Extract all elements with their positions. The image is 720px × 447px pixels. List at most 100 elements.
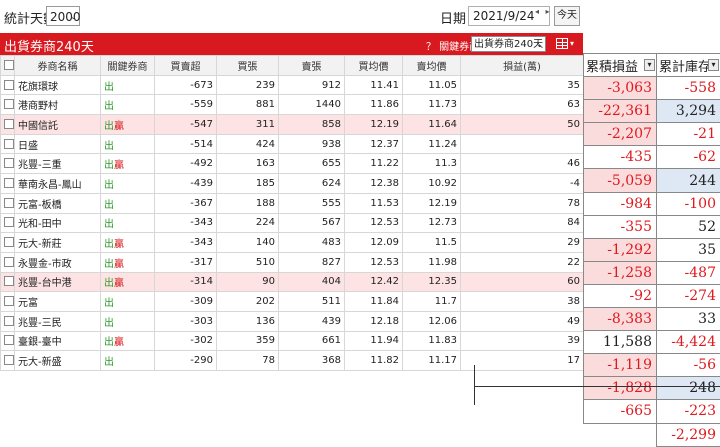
row-checkbox-cell[interactable] xyxy=(1,174,15,194)
table-row[interactable]: 臺銀-臺中出贏-30235966111.9411.8339 xyxy=(1,331,584,351)
cumulative-inventory: -274 xyxy=(657,284,720,307)
sell-avg-price: 10.92 xyxy=(403,174,461,194)
table-row[interactable]: 元富-板橋出-36718855511.5312.1978 xyxy=(1,193,584,213)
summary-col-header[interactable]: 累積損益▾ xyxy=(584,54,657,77)
table-row[interactable]: 華南永昌-鳳山出-43918562412.3810.92-4 xyxy=(1,174,584,194)
profit-loss xyxy=(461,134,584,154)
chevron-down-icon[interactable]: ▾ xyxy=(570,39,574,48)
table-row[interactable]: 光和-田中出-34322456712.5312.7384 xyxy=(1,213,584,233)
filter-dropdown-icon[interactable]: ▾ xyxy=(644,59,655,71)
col-header[interactable]: 損益(萬) xyxy=(461,56,584,76)
today-button[interactable]: 今天 xyxy=(554,6,580,26)
row-checkbox[interactable] xyxy=(4,335,14,345)
row-checkbox-cell[interactable] xyxy=(1,233,15,253)
col-header[interactable]: 券商名稱 xyxy=(15,56,101,76)
sell-avg-price: 11.98 xyxy=(403,252,461,272)
table-row[interactable]: 永豐金-市政出贏-31751082712.5311.9822 xyxy=(1,252,584,272)
row-checkbox-cell[interactable] xyxy=(1,75,15,95)
cumulative-pl: -1,292 xyxy=(584,238,657,261)
row-checkbox[interactable] xyxy=(4,158,14,168)
summary-row: -3,063-558 xyxy=(584,77,720,100)
sell-avg-price: 11.24 xyxy=(403,134,461,154)
row-checkbox[interactable] xyxy=(4,355,14,365)
row-checkbox[interactable] xyxy=(4,276,14,286)
key-broker-tags: 出贏 xyxy=(101,233,155,253)
cumulative-pl: -665 xyxy=(584,400,657,423)
key-broker-tags: 出贏 xyxy=(101,115,155,135)
row-checkbox-cell[interactable] xyxy=(1,292,15,312)
row-checkbox[interactable] xyxy=(4,139,14,149)
table-row[interactable]: 日盛出-51442493812.3711.24 xyxy=(1,134,584,154)
sell-volume: 858 xyxy=(279,115,345,135)
cumulative-inventory: 248 xyxy=(657,377,720,400)
tag-out: 出 xyxy=(104,101,114,112)
row-checkbox[interactable] xyxy=(4,257,14,267)
col-header[interactable]: 買張 xyxy=(217,56,279,76)
cumulative-inventory: 35 xyxy=(657,238,720,261)
row-checkbox[interactable] xyxy=(4,198,14,208)
title-bar: 出貨券商240天 ？ 關鍵券商: 出貨券商240天 ⌄ ▾ xyxy=(0,33,583,55)
table-row[interactable]: 花旗環球出-67323991211.4111.0535 xyxy=(1,75,584,95)
row-checkbox-cell[interactable] xyxy=(1,331,15,351)
row-checkbox[interactable] xyxy=(4,217,14,227)
filter-dropdown-icon[interactable]: ▾ xyxy=(708,59,719,71)
col-header[interactable]: 買賣超 xyxy=(155,56,217,76)
select-all-checkbox[interactable] xyxy=(1,56,15,76)
sell-avg-price: 11.05 xyxy=(403,75,461,95)
days-select[interactable]: 2000 ⌄ xyxy=(46,6,80,26)
buy-avg-price: 12.18 xyxy=(345,311,403,331)
sell-volume: 624 xyxy=(279,174,345,194)
net-volume: -290 xyxy=(155,351,217,371)
profit-loss: 39 xyxy=(461,331,584,351)
col-header[interactable]: 賣均價 xyxy=(403,56,461,76)
table-row[interactable]: 元大-新盛出-2907836811.8211.1717 xyxy=(1,351,584,371)
buy-volume: 881 xyxy=(217,95,279,115)
table-row[interactable]: 兆豐-三民出-30313643912.1812.0649 xyxy=(1,311,584,331)
net-volume: -514 xyxy=(155,134,217,154)
table-row[interactable]: 港商野村出-559881144011.8611.7363 xyxy=(1,95,584,115)
buy-volume: 163 xyxy=(217,154,279,174)
row-checkbox-cell[interactable] xyxy=(1,311,15,331)
net-volume: -309 xyxy=(155,292,217,312)
row-checkbox[interactable] xyxy=(4,296,14,306)
table-row[interactable]: 兆豐-三重出贏-49216365511.2211.346 xyxy=(1,154,584,174)
row-checkbox-cell[interactable] xyxy=(1,134,15,154)
summary-total-row: -2,299 xyxy=(584,423,720,446)
table-row[interactable]: 兆豐-台中港出贏-3149040412.4212.3560 xyxy=(1,272,584,292)
cumulative-pl: -435 xyxy=(584,146,657,169)
row-checkbox-cell[interactable] xyxy=(1,272,15,292)
buy-avg-price: 11.53 xyxy=(345,193,403,213)
sell-avg-price: 12.19 xyxy=(403,193,461,213)
row-checkbox-cell[interactable] xyxy=(1,115,15,135)
row-checkbox-cell[interactable] xyxy=(1,252,15,272)
summary-row: -35552 xyxy=(584,215,720,238)
filter-select[interactable]: 出貨券商240天 ⌄ xyxy=(471,36,546,52)
summary-col-header[interactable]: 累計庫存▾ xyxy=(657,54,720,77)
col-header[interactable]: 買均價 xyxy=(345,56,403,76)
net-volume: -302 xyxy=(155,331,217,351)
cumulative-inventory: 3,294 xyxy=(657,100,720,123)
table-row[interactable]: 元大-新莊出贏-34314048312.0911.529 xyxy=(1,233,584,253)
row-checkbox[interactable] xyxy=(4,99,14,109)
table-row[interactable]: 中國信託出贏-54731185812.1911.6450 xyxy=(1,115,584,135)
buy-avg-price: 12.38 xyxy=(345,174,403,194)
row-checkbox-cell[interactable] xyxy=(1,154,15,174)
cumulative-pl: 11,588 xyxy=(584,331,657,354)
row-checkbox[interactable] xyxy=(4,178,14,188)
sell-avg-price: 12.06 xyxy=(403,311,461,331)
row-checkbox-cell[interactable] xyxy=(1,213,15,233)
row-checkbox[interactable] xyxy=(4,316,14,326)
row-checkbox-cell[interactable] xyxy=(1,193,15,213)
col-header[interactable]: 關鍵券商 xyxy=(101,56,155,76)
grid-icon[interactable] xyxy=(556,38,568,49)
tag-win: 贏 xyxy=(114,239,124,250)
row-checkbox-cell[interactable] xyxy=(1,95,15,115)
profit-loss: 84 xyxy=(461,213,584,233)
row-checkbox[interactable] xyxy=(4,80,14,90)
row-checkbox-cell[interactable] xyxy=(1,351,15,371)
table-row[interactable]: 元富出-30920251111.8411.738 xyxy=(1,292,584,312)
col-header[interactable]: 賣張 xyxy=(279,56,345,76)
row-checkbox[interactable] xyxy=(4,119,14,129)
cumulative-pl: -1,258 xyxy=(584,261,657,284)
row-checkbox[interactable] xyxy=(4,237,14,247)
